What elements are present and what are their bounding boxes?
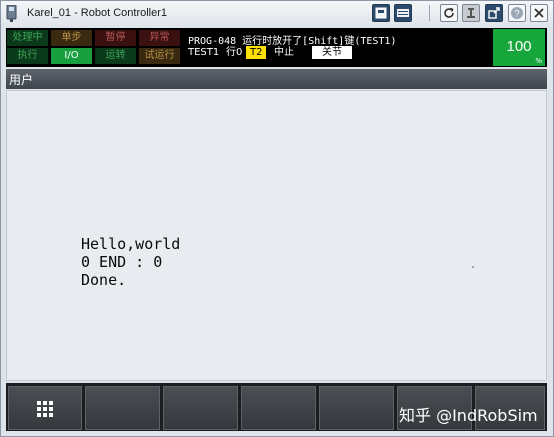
status-fault-indicator: 异常 [139,30,180,46]
fkey-f3-button[interactable] [241,386,316,430]
fkey-f1-button[interactable] [85,386,160,430]
program-state: 中止 [274,47,294,58]
output-line: 0 END : 0 [81,253,163,271]
svg-text:?: ? [514,9,519,19]
fkey-f2-button[interactable] [163,386,238,430]
external-link-button[interactable] [485,4,503,22]
screen-marker-dot [472,266,474,268]
teach-pendant-icon [6,5,17,22]
help-icon: ? [511,7,523,19]
status-prod-indicator: 运转 [95,48,136,64]
fkey-f4-button[interactable] [319,386,394,430]
keyboard-icon [397,9,409,17]
watermark-text: 知乎 @IndRobSim [399,406,538,425]
pin-button[interactable] [462,4,480,22]
window-title: Karel_01 - Robot Controller1 [27,7,168,19]
menu-header: 用户 [6,69,547,89]
refresh-icon [444,7,454,18]
alarm-message: PROG-048 运行时放开了[Shift]键(TEST1) [188,36,397,47]
status-io-indicator: I/O [51,48,92,64]
keyboard-view-button[interactable] [394,4,412,22]
speed-override-value: 100 [506,38,532,55]
line-number: 行0 [226,47,243,58]
status-tcyc-indicator: 试运行 [139,48,180,64]
output-line: Done. [81,271,127,289]
grid-menu-icon [37,401,53,417]
pin-icon [467,8,475,18]
motion-type-badge: 关节 [312,46,352,59]
speed-override-unit: % [535,57,542,65]
status-busy-indicator: 处理中 [7,30,48,46]
title-bar: Karel_01 - Robot Controller1 ? [1,1,553,27]
teach-pendant-view-button[interactable] [372,4,390,22]
status-panel: 处理中 单步 暂停 异常 执行 I/O 运转 试运行 PROG-048 运行时放… [6,28,547,67]
close-button[interactable] [530,4,548,22]
menu-title: 用户 [9,73,34,87]
program-name: TEST1 [188,47,220,58]
output-line: Hello,world [81,235,181,253]
external-link-icon [488,7,500,19]
status-step-indicator: 单步 [51,30,92,46]
fkey-menu-button[interactable] [8,386,82,430]
pendant-screen-icon [375,7,387,19]
refresh-button[interactable] [440,4,458,22]
robot-controller-window: Karel_01 - Robot Controller1 ? 处理中 单步 暂停… [0,0,554,437]
help-button[interactable]: ? [508,4,526,22]
status-hold-indicator: 暂停 [95,30,136,46]
speed-override-box[interactable]: 100 % [493,29,545,66]
toolbar-separator [429,5,430,21]
user-screen: Hello,world 0 END : 0 Done. [6,90,547,381]
close-icon [534,8,544,18]
status-run-indicator: 执行 [7,48,48,64]
mode-badge: T2 [246,46,267,59]
